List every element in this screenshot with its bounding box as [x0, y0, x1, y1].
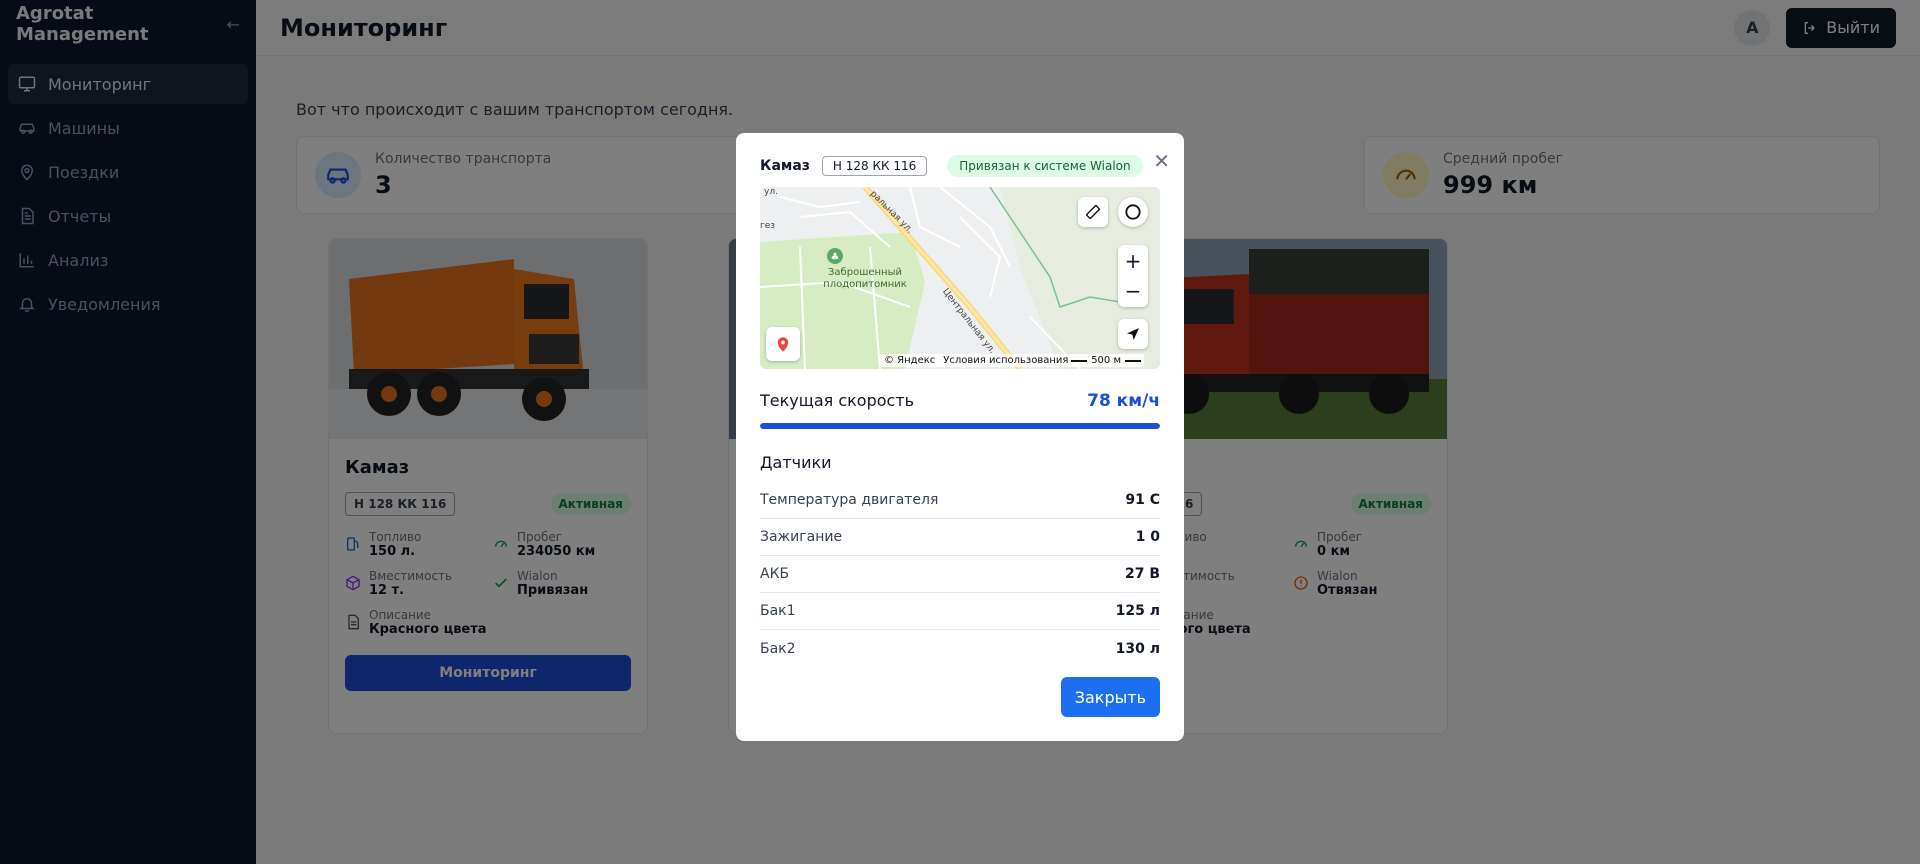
map-scale-label: 500 м	[1091, 355, 1121, 366]
map-marker-button[interactable]	[766, 327, 800, 361]
speed-progress-fill	[760, 423, 1160, 429]
svg-text:♣: ♣	[831, 252, 840, 263]
speed-row: Текущая скорость 78 км/ч	[760, 391, 1160, 411]
wialon-status-badge: Привязан к системе Wialon	[947, 155, 1143, 177]
modal-title: Камаз	[760, 158, 810, 174]
speed-value: 78 км/ч	[1087, 391, 1160, 411]
sensors-title: Датчики	[760, 453, 832, 472]
traffic-icon	[1125, 204, 1141, 220]
vehicle-monitoring-modal: Камаз Н 128 КК 116 Привязан к системе Wi…	[736, 133, 1184, 741]
sensor-value: 1 0	[1135, 529, 1160, 545]
navigation-arrow-icon	[1127, 328, 1139, 340]
map-label-street: ул.	[764, 187, 778, 197]
map-pin-icon	[777, 337, 789, 352]
zoom-in-icon[interactable]: +	[1125, 246, 1142, 276]
sensor-name: АКБ	[760, 566, 790, 582]
sensor-row: Бак1 125 л	[760, 593, 1160, 630]
sensor-name: Бак2	[760, 640, 796, 657]
sensor-row: Зажигание 1 0	[760, 519, 1160, 556]
map-attribution: © Яндекс Условия использования	[880, 354, 1073, 367]
speed-label: Текущая скорость	[760, 391, 915, 410]
sensor-value: 130 л	[1115, 640, 1160, 657]
zoom-control: + −	[1118, 245, 1148, 307]
map-label-park: Заброшенный плодопитомник	[823, 267, 907, 290]
sensor-row: АКБ 27 В	[760, 556, 1160, 593]
zoom-out-icon[interactable]: −	[1125, 276, 1142, 306]
sensor-name: Зажигание	[760, 529, 843, 545]
sensor-value: 27 В	[1124, 566, 1160, 582]
geolocation-button[interactable]	[1118, 319, 1148, 349]
sensor-value: 91 С	[1125, 492, 1160, 508]
modal-header: Камаз Н 128 КК 116 Привязан к системе Wi…	[760, 155, 1160, 177]
ruler-button[interactable]	[1078, 197, 1108, 227]
yandex-attribution[interactable]: © Яндекс	[884, 355, 935, 366]
license-plate: Н 128 КК 116	[821, 156, 928, 176]
ruler-icon	[1086, 205, 1100, 219]
sensor-row: Бак2 130 л	[760, 630, 1160, 667]
traffic-button[interactable]	[1118, 197, 1148, 227]
close-button[interactable]: Закрыть	[1060, 677, 1160, 717]
sensor-value: 125 л	[1115, 603, 1160, 619]
map[interactable]: ♣ Заброшенный плодопитомник Центральная …	[760, 187, 1160, 369]
sensor-name: Температура двигателя	[760, 492, 939, 508]
modal-footer: Закрыть	[1060, 677, 1160, 717]
close-icon[interactable]: ✕	[1153, 151, 1170, 171]
sensors-list: Температура двигателя 91 С Зажигание 1 0…	[760, 482, 1160, 667]
map-scale: 500 м	[1068, 354, 1144, 367]
terms-link[interactable]: Условия использования	[943, 355, 1068, 366]
map-label-street: гез	[760, 221, 776, 231]
speed-progress-bar	[760, 423, 1160, 429]
sensor-row: Температура двигателя 91 С	[760, 482, 1160, 519]
sensor-name: Бак1	[760, 603, 796, 619]
